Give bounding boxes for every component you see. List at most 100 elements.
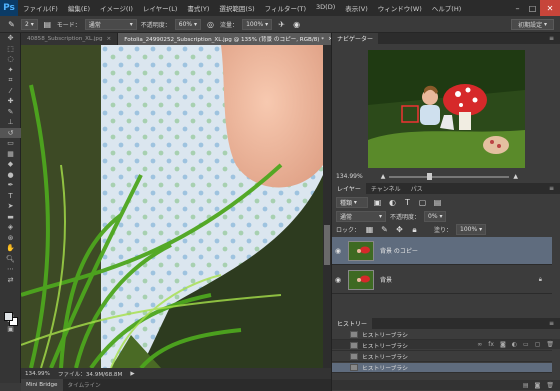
- panel-menu-icon[interactable]: ≡: [549, 185, 560, 192]
- clone-stamp-tool-icon[interactable]: ⊥: [0, 117, 21, 128]
- history-brush-tool-icon[interactable]: ↺: [0, 127, 21, 138]
- tab-channels[interactable]: チャンネル: [366, 183, 406, 194]
- menu-item[interactable]: 選択範囲(S): [214, 3, 259, 13]
- swap-colors-icon[interactable]: ⇄: [0, 275, 21, 286]
- navigator-thumbnail[interactable]: [368, 50, 525, 168]
- airbrush-icon[interactable]: ✈: [276, 19, 287, 30]
- path-select-tool-icon[interactable]: ➤: [0, 201, 21, 212]
- menu-item[interactable]: フィルター(T): [260, 3, 311, 13]
- close-tab-icon[interactable]: ×: [107, 36, 112, 42]
- hand-tool-icon[interactable]: ✋: [0, 243, 21, 254]
- layer-opacity-input[interactable]: 0% ▾: [424, 211, 447, 222]
- 3d-camera-tool-icon[interactable]: ⊛: [0, 233, 21, 244]
- zoom-tool-icon[interactable]: 🔍︎: [0, 254, 21, 265]
- menu-item[interactable]: イメージ(I): [95, 3, 138, 13]
- menu-item[interactable]: ウィンドウ(W): [373, 3, 427, 13]
- right-panels: ナビゲーター ≡ 134.99% ▲ ▲ レイヤー チャンネル パス ≡ 種類 …: [331, 33, 560, 391]
- history-state[interactable]: ヒストリーブラシ: [332, 363, 552, 373]
- mode-select[interactable]: 通常 ▾: [84, 18, 137, 30]
- lock-pixels-icon[interactable]: ✎: [379, 224, 390, 235]
- gradient-tool-icon[interactable]: ▦: [0, 149, 21, 160]
- history-header: ヒストリー ≡: [332, 318, 560, 329]
- maximize-icon[interactable]: □: [525, 0, 540, 16]
- lock-all-icon[interactable]: 🔒︎: [409, 224, 420, 235]
- status-zoom[interactable]: 134.99%: [25, 371, 50, 377]
- menu-item[interactable]: レイヤー(L): [138, 3, 183, 13]
- document-canvas[interactable]: [21, 45, 323, 368]
- filter-smart-icon[interactable]: ▤: [432, 197, 443, 208]
- brush-tool-icon[interactable]: ✎: [6, 19, 17, 30]
- canvas-vertical-scrollbar[interactable]: [323, 45, 331, 368]
- history-state[interactable]: ヒストリーブラシ: [332, 330, 552, 340]
- menu-item[interactable]: 表示(V): [340, 3, 373, 13]
- more-tools-icon[interactable]: ⋯: [0, 264, 21, 275]
- history-state[interactable]: ヒストリーブラシ: [332, 341, 552, 351]
- filter-pixel-icon[interactable]: ▣: [372, 197, 383, 208]
- tab-timeline[interactable]: タイムライン: [63, 379, 106, 391]
- status-arrow-icon[interactable]: ▶: [130, 371, 134, 377]
- minimize-icon[interactable]: –: [510, 0, 525, 16]
- pressure-size-icon[interactable]: ◉: [291, 19, 302, 30]
- healing-brush-tool-icon[interactable]: ✚: [0, 96, 21, 107]
- mode-label: モード：: [56, 21, 81, 29]
- visibility-eye-icon[interactable]: ◉: [332, 276, 344, 284]
- fill-input[interactable]: 100% ▾: [456, 224, 487, 235]
- delete-state-icon[interactable]: 🗑︎: [546, 382, 554, 389]
- crop-tool-icon[interactable]: ⌗: [0, 75, 21, 86]
- close-icon[interactable]: ✕: [540, 0, 560, 16]
- quick-select-tool-icon[interactable]: ✦: [0, 65, 21, 76]
- document-tab[interactable]: 40858_Subscription_XL.jpg ×: [21, 33, 119, 45]
- layer-row-background[interactable]: ◉ 背景 🔒︎: [332, 266, 552, 294]
- opacity-input[interactable]: 60% ▾: [174, 18, 202, 30]
- menu-item[interactable]: 書式(Y): [182, 3, 214, 13]
- brush-panel-icon[interactable]: ▤: [42, 19, 53, 30]
- tab-layers[interactable]: レイヤー: [332, 183, 366, 194]
- brush-tool-icon[interactable]: ✎: [0, 107, 21, 118]
- zoom-in-icon[interactable]: ▲: [513, 173, 518, 180]
- history-state[interactable]: ヒストリーブラシ: [332, 352, 552, 362]
- scrollbar-thumb[interactable]: [324, 225, 330, 265]
- filter-adjust-icon[interactable]: ◐: [387, 197, 398, 208]
- navigator-zoom-value[interactable]: 134.99%: [336, 173, 363, 180]
- eraser-tool-icon[interactable]: ▭: [0, 138, 21, 149]
- blur-tool-icon[interactable]: ◆: [0, 159, 21, 170]
- menu-item[interactable]: 編集(E): [63, 3, 95, 13]
- shape-tool-icon[interactable]: ▬: [0, 212, 21, 223]
- filter-shape-icon[interactable]: ▢: [417, 197, 428, 208]
- tab-history[interactable]: ヒストリー: [332, 318, 373, 329]
- flow-input[interactable]: 100% ▾: [242, 18, 273, 30]
- lock-transparent-icon[interactable]: ▦: [364, 224, 375, 235]
- menu-item[interactable]: 3D(D): [311, 3, 340, 13]
- dodge-tool-icon[interactable]: ●: [0, 170, 21, 181]
- tab-mini-bridge[interactable]: Mini Bridge: [21, 379, 63, 391]
- foreground-color-swatch[interactable]: [4, 312, 13, 321]
- pen-tool-icon[interactable]: ✒: [0, 180, 21, 191]
- lock-position-icon[interactable]: ✥: [394, 224, 405, 235]
- menu-item[interactable]: ファイル(F): [18, 3, 63, 13]
- type-tool-icon[interactable]: T: [0, 191, 21, 202]
- menu-item[interactable]: ヘルプ(H): [427, 3, 466, 13]
- layer-filter-row: 種類 ▾ ▣ ◐ T ▢ ▤: [336, 197, 443, 208]
- blend-mode-select[interactable]: 通常 ▾: [336, 211, 386, 222]
- panel-menu-icon[interactable]: ≡: [549, 320, 560, 327]
- document-tab[interactable]: Fotolia_24990252_Subscription_XL.jpg @ 1…: [118, 33, 340, 45]
- marquee-tool-icon[interactable]: ⬚: [0, 44, 21, 55]
- zoom-out-icon[interactable]: ▲: [381, 173, 386, 180]
- eyedropper-tool-icon[interactable]: ⁄: [0, 86, 21, 97]
- snapshot-icon[interactable]: ◙: [535, 382, 541, 389]
- new-document-from-state-icon[interactable]: ▤: [523, 382, 529, 389]
- pressure-opacity-icon[interactable]: ◎: [205, 19, 216, 30]
- filter-type-icon[interactable]: T: [402, 197, 413, 208]
- visibility-eye-icon[interactable]: ◉: [332, 247, 344, 255]
- lasso-tool-icon[interactable]: ◌: [0, 54, 21, 65]
- zoom-slider[interactable]: [389, 172, 510, 180]
- layer-row-background-copy[interactable]: ◉ 背景 のコピー: [332, 237, 552, 265]
- brush-size-picker[interactable]: 2 ▾: [21, 18, 38, 30]
- workspace-select[interactable]: 初期設定 ▾: [511, 19, 554, 30]
- tab-paths[interactable]: パス: [406, 183, 428, 194]
- panel-menu-icon[interactable]: ≡: [549, 35, 560, 42]
- layer-kind-select[interactable]: 種類 ▾: [336, 197, 368, 208]
- 3d-tool-icon[interactable]: ◈: [0, 222, 21, 233]
- tab-navigator[interactable]: ナビゲーター: [332, 33, 379, 44]
- move-tool-icon[interactable]: ✥: [0, 33, 21, 44]
